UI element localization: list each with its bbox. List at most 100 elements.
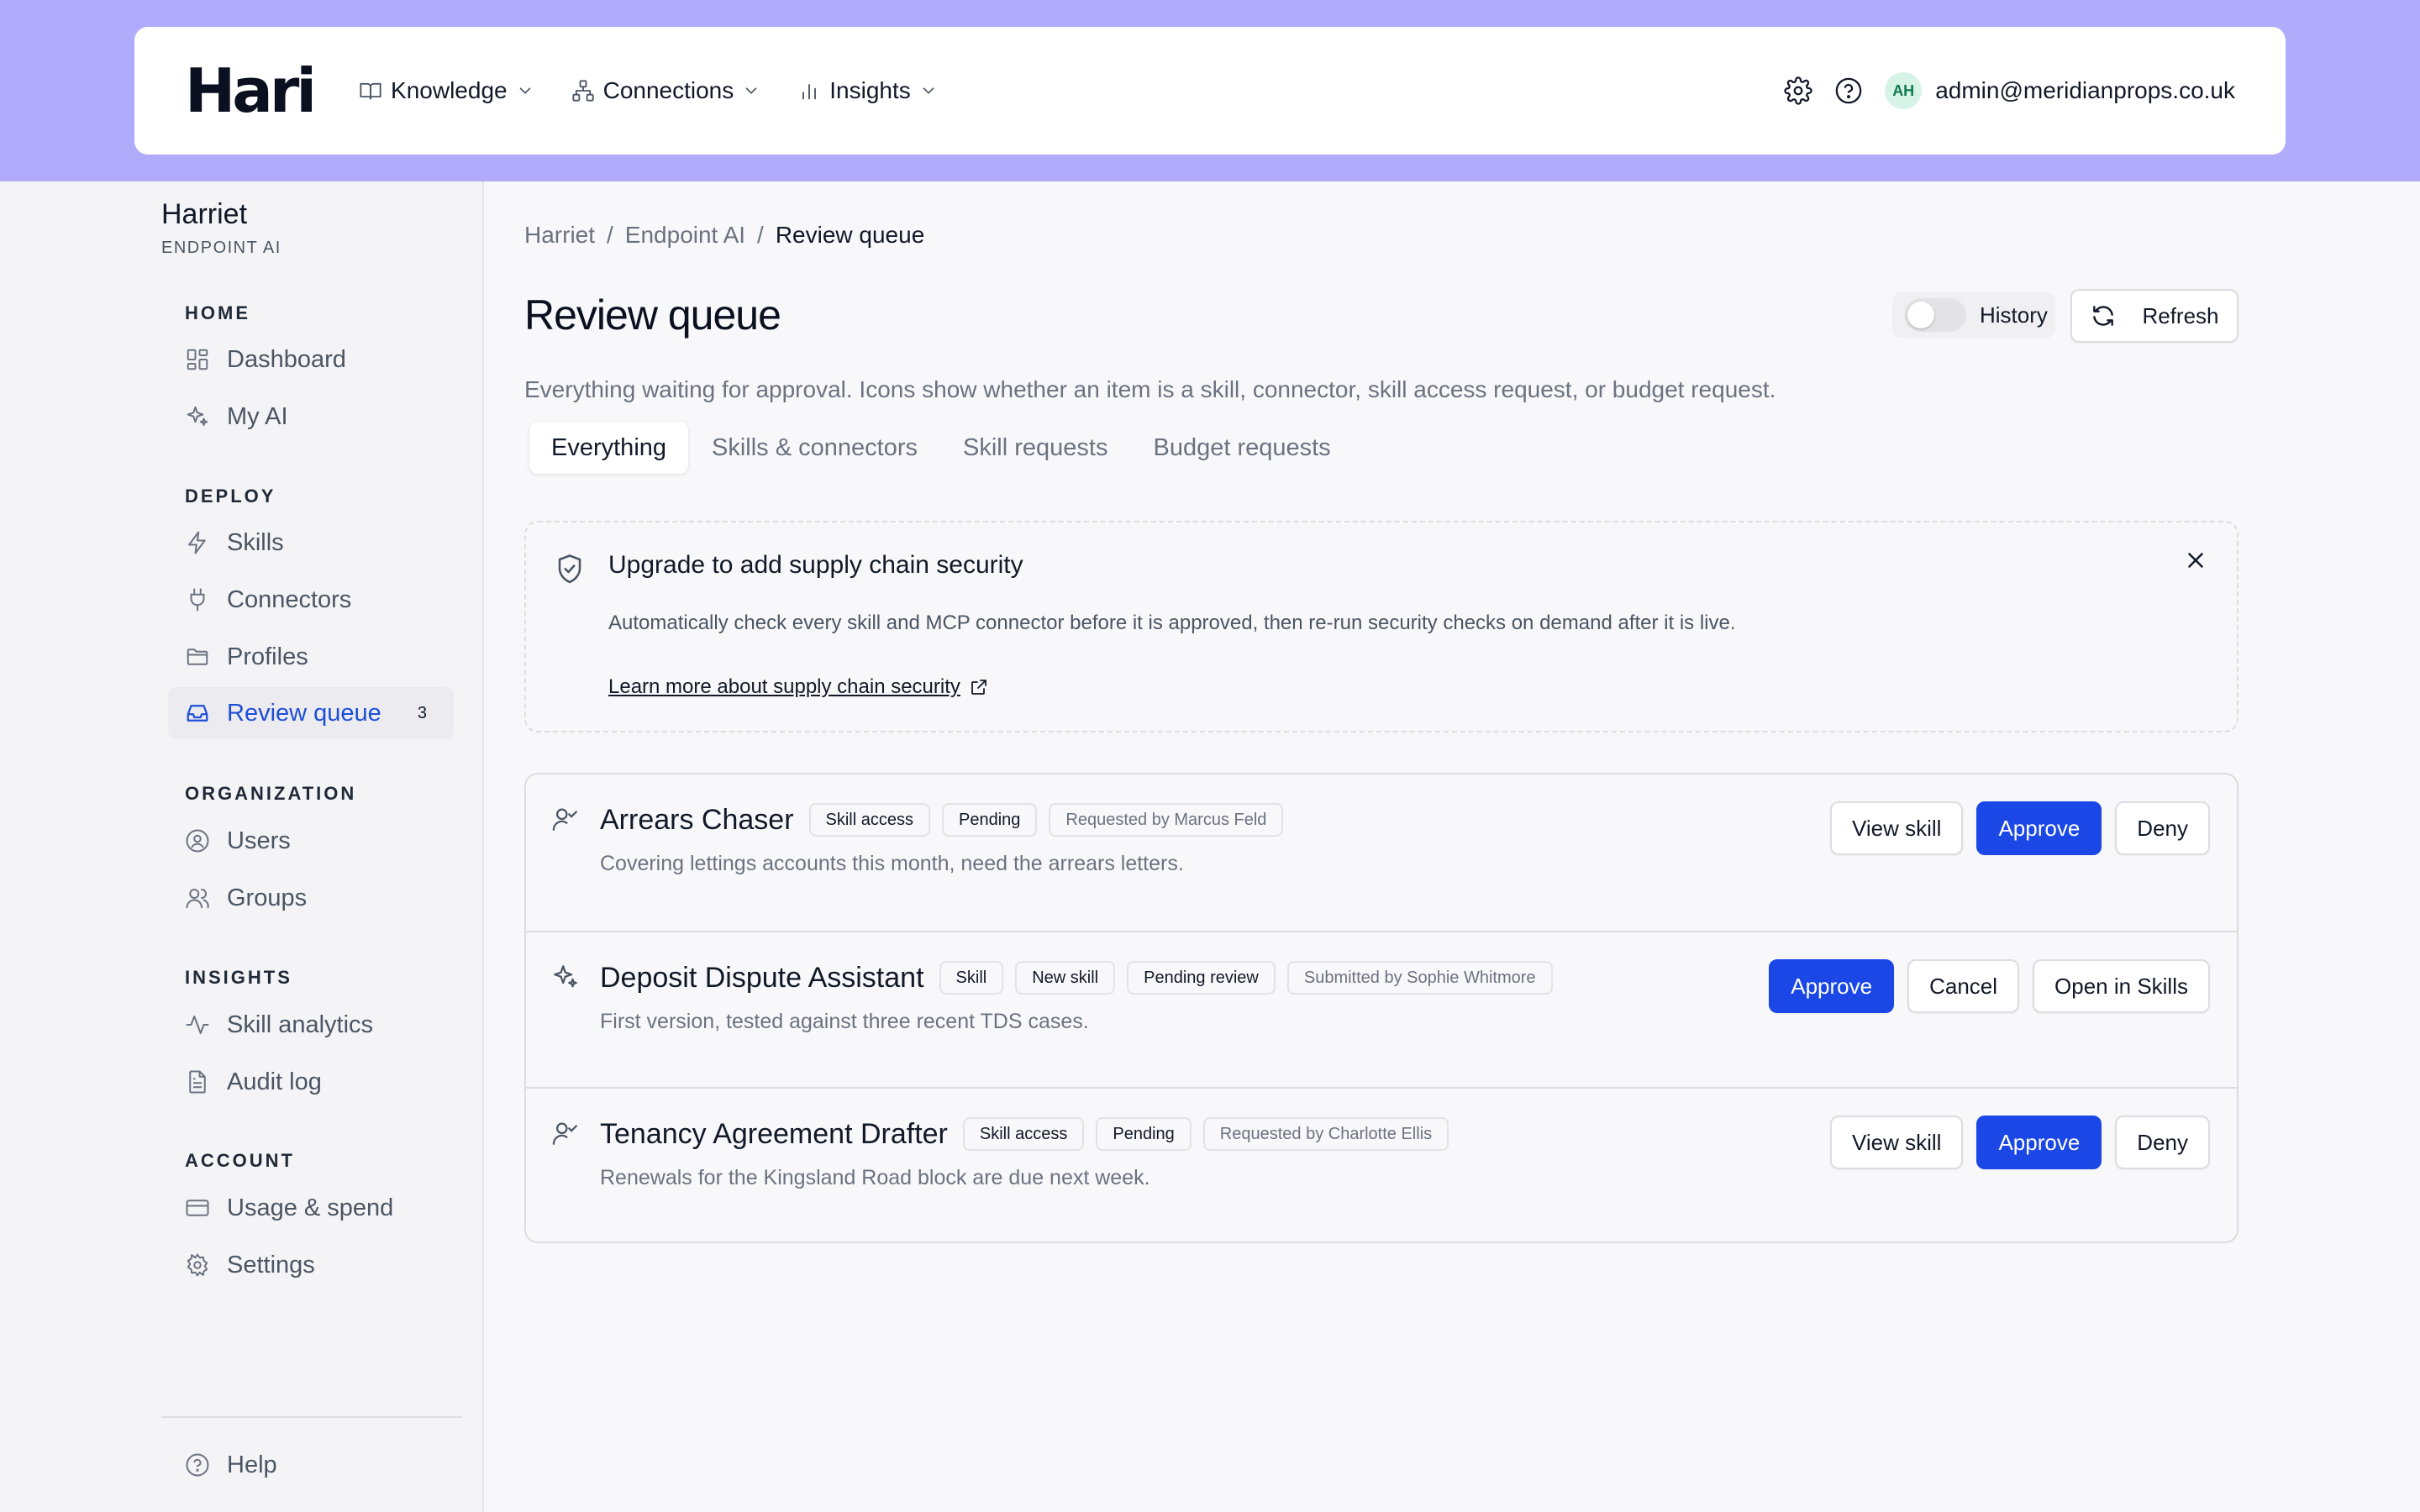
- deny-button[interactable]: Deny: [2115, 1116, 2210, 1169]
- breadcrumb-harriet[interactable]: Harriet: [524, 222, 595, 249]
- tab-skill-requests[interactable]: Skill requests: [941, 422, 1129, 474]
- sidebar-item-skills[interactable]: Skills: [168, 517, 454, 569]
- tab-budget-requests[interactable]: Budget requests: [1131, 422, 1352, 474]
- sidebar-item-review-queue[interactable]: Review queue 3: [168, 687, 454, 739]
- section-title-home: HOME: [185, 302, 250, 323]
- approve-button[interactable]: Approve: [1976, 1116, 2102, 1169]
- sidebar-item-profiles[interactable]: Profiles: [168, 631, 454, 683]
- open-in-skills-button[interactable]: Open in Skills: [2033, 959, 2210, 1013]
- type-badge: Skill access: [808, 803, 930, 837]
- breadcrumb-endpoint-ai[interactable]: Endpoint AI: [625, 222, 745, 249]
- sidebar-item-label: Skill analytics: [227, 1011, 374, 1038]
- document-icon: [185, 1069, 210, 1095]
- switch-knob: [1907, 302, 1934, 328]
- folder-icon: [185, 644, 210, 669]
- status-badge: Pending review: [1127, 961, 1276, 995]
- section-title-deploy: DEPLOY: [185, 486, 276, 507]
- activity-icon: [185, 1012, 210, 1037]
- breadcrumb-current: Review queue: [775, 222, 925, 248]
- plug-icon: [185, 587, 210, 612]
- queue-item-description: Covering lettings accounts this month, n…: [600, 852, 1184, 875]
- user-avatar[interactable]: AH: [1885, 72, 1923, 109]
- history-label: History: [1980, 302, 2048, 328]
- user-email[interactable]: admin@meridianprops.co.uk: [1935, 77, 2235, 104]
- help-icon[interactable]: [1834, 76, 1863, 105]
- sidebar-divider: [161, 1416, 462, 1418]
- user-circle-icon: [185, 828, 210, 853]
- queue-item-title[interactable]: Tenancy Agreement Drafter: [600, 1118, 948, 1151]
- sidebar-item-groups[interactable]: Groups: [168, 872, 454, 924]
- refresh-button[interactable]: Refresh: [2070, 289, 2238, 343]
- nav-connections[interactable]: Connections: [571, 66, 761, 116]
- sidebar-item-label: Usage & spend: [227, 1194, 394, 1221]
- sidebar-item-dashboard[interactable]: Dashboard: [168, 333, 454, 386]
- queue-item: Arrears Chaser Skill access Pending Requ…: [526, 774, 2237, 931]
- settings-gear-icon[interactable]: [1784, 76, 1812, 105]
- sidebar-item-label: Users: [227, 827, 291, 854]
- history-switch[interactable]: [1904, 298, 1966, 332]
- queue-item: Tenancy Agreement Drafter Skill access P…: [526, 1087, 2237, 1242]
- nav-knowledge[interactable]: Knowledge: [359, 66, 534, 116]
- breadcrumb: Harriet / Endpoint AI / Review queue: [524, 222, 924, 249]
- breadcrumb-separator: /: [757, 222, 764, 248]
- credit-card-icon: [185, 1195, 210, 1221]
- view-skill-button[interactable]: View skill: [1830, 1116, 1964, 1169]
- chevron-down-icon: [742, 81, 760, 100]
- submitter-badge: Submitted by Sophie Whitmore: [1286, 961, 1553, 995]
- sidebar-item-label: Audit log: [227, 1068, 322, 1095]
- approve-button[interactable]: Approve: [1976, 801, 2102, 855]
- sidebar-item-settings[interactable]: Settings: [168, 1239, 454, 1291]
- sidebar-item-usage-spend[interactable]: Usage & spend: [168, 1182, 454, 1234]
- app-logo[interactable]: Hari: [185, 55, 317, 126]
- nav-insights[interactable]: Insights: [797, 66, 938, 116]
- sidebar-item-label: Connectors: [227, 585, 352, 613]
- sidebar-item-label: Groups: [227, 884, 308, 911]
- sidebar-item-skill-analytics[interactable]: Skill analytics: [168, 999, 454, 1051]
- queue-item-description: First version, tested against three rece…: [600, 1010, 1089, 1033]
- sidebar-item-help[interactable]: Help: [168, 1439, 454, 1491]
- status-badge: Pending: [1096, 1117, 1192, 1151]
- sidebar-item-label: Dashboard: [227, 345, 346, 373]
- section-title-account: ACCOUNT: [185, 1150, 295, 1171]
- history-toggle[interactable]: History: [1892, 292, 2055, 338]
- sidebar-item-connectors[interactable]: Connectors: [168, 574, 454, 626]
- banner-link-label: Learn more about supply chain security: [608, 675, 960, 698]
- inbox-icon: [185, 701, 210, 726]
- filter-tabs: Everything Skills & connectors Skill req…: [529, 422, 1353, 474]
- cancel-button[interactable]: Cancel: [1907, 959, 2020, 1013]
- upgrade-banner: Upgrade to add supply chain security Aut…: [524, 521, 2238, 732]
- sidebar-item-audit-log[interactable]: Audit log: [168, 1056, 454, 1108]
- banner-learn-more-link[interactable]: Learn more about supply chain security: [608, 675, 989, 699]
- dashboard-icon: [185, 347, 210, 372]
- type-badge: Skill access: [962, 1117, 1085, 1151]
- refresh-icon: [2090, 302, 2117, 329]
- tab-skills-connectors[interactable]: Skills & connectors: [690, 422, 939, 474]
- deny-button[interactable]: Deny: [2115, 801, 2210, 855]
- type-badge: Skill: [939, 961, 1004, 995]
- sidebar-item-label: Skills: [227, 528, 284, 556]
- close-icon[interactable]: [2183, 548, 2208, 573]
- chevron-down-icon: [516, 81, 534, 100]
- book-icon: [359, 79, 382, 102]
- sidebar-item-label: My AI: [227, 402, 288, 430]
- approve-button[interactable]: Approve: [1769, 959, 1895, 1013]
- tab-everything[interactable]: Everything: [529, 422, 689, 474]
- queue-item-title[interactable]: Deposit Dispute Assistant: [600, 962, 924, 995]
- queue-item-description: Renewals for the Kingsland Road block ar…: [600, 1166, 1150, 1189]
- queue-item-title[interactable]: Arrears Chaser: [600, 804, 794, 837]
- review-count-badge: 3: [417, 703, 427, 722]
- sidebar-item-my-ai[interactable]: My AI: [168, 391, 454, 443]
- sidebar-item-users[interactable]: Users: [168, 815, 454, 867]
- sidebar-item-label: Help: [227, 1451, 277, 1478]
- external-link-icon: [969, 677, 989, 697]
- workspace-name[interactable]: Harriet: [161, 198, 247, 231]
- status-badge: Pending: [942, 803, 1038, 837]
- banner-text: Automatically check every skill and MCP …: [608, 612, 1736, 634]
- new-badge: New skill: [1015, 961, 1116, 995]
- banner-title: Upgrade to add supply chain security: [608, 551, 1023, 579]
- nav-insights-label: Insights: [829, 77, 911, 103]
- user-check-icon: [551, 1119, 580, 1147]
- nav-connections-label: Connections: [602, 77, 734, 103]
- sidebar-item-label: Settings: [227, 1251, 315, 1278]
- view-skill-button[interactable]: View skill: [1830, 801, 1964, 855]
